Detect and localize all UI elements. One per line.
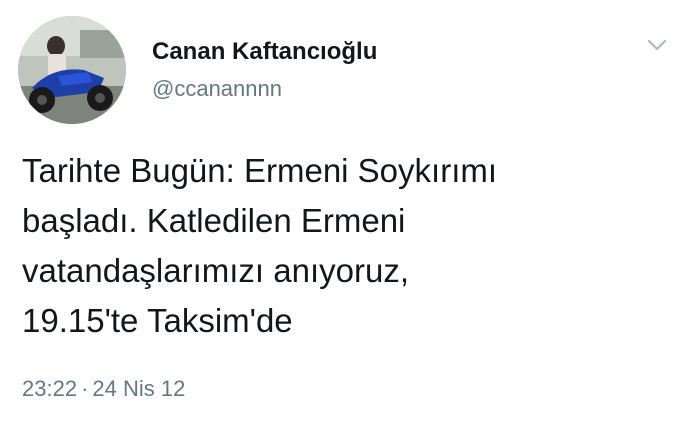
avatar[interactable] (18, 16, 126, 124)
tweet-text: Tarihte Bugün: Ermeni Soykırımı başladı.… (22, 146, 662, 346)
tweet-card: Canan Kaftancıoğlu @ccanannnn Tarihte Bu… (0, 0, 690, 438)
tweet-timestamp[interactable]: 23:22 · 24 Nis 12 (22, 376, 185, 402)
motorcycle-photo-icon (18, 16, 126, 124)
chevron-down-icon[interactable] (644, 34, 670, 56)
tweet-text-line: başladı. Katledilen Ermeni (22, 202, 406, 239)
tweet-time: 23:22 (22, 376, 78, 401)
tweet-text-line: vatandaşlarımızı anıyoruz, (22, 252, 410, 289)
tweet-text-line: 19.15'te Taksim'de (22, 302, 293, 339)
tweet-text-line: Tarihte Bugün: Ermeni Soykırımı (22, 152, 498, 189)
timestamp-separator: · (81, 376, 89, 401)
display-name[interactable]: Canan Kaftancıoğlu (152, 38, 377, 66)
user-handle[interactable]: @ccanannnn (152, 76, 282, 102)
tweet-date: 24 Nis 12 (92, 376, 186, 401)
